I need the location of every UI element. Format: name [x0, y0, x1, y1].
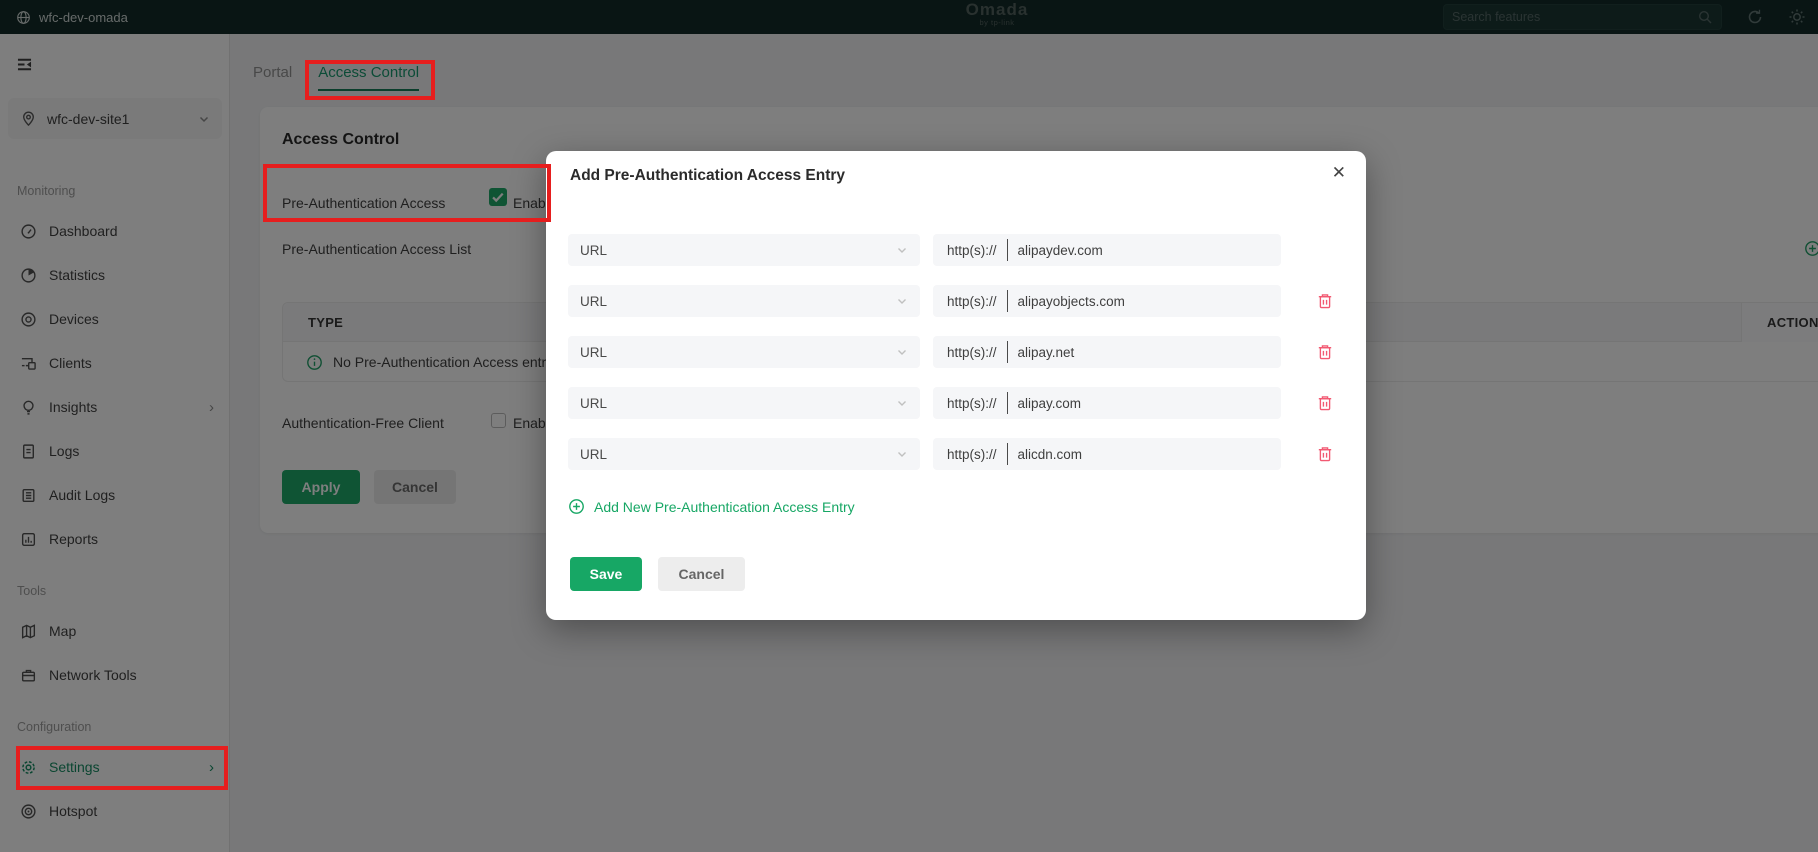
modal-cancel-button[interactable]: Cancel [658, 557, 745, 591]
add-new-entry-link[interactable]: Add New Pre-Authentication Access Entry [568, 498, 855, 515]
input-divider [1006, 290, 1008, 312]
entry-row: URL http(s):// alipay.net [568, 336, 1344, 368]
type-select[interactable]: URL [568, 234, 920, 266]
type-select[interactable]: URL [568, 285, 920, 317]
entry-row: URL http(s):// alipayobjects.com [568, 285, 1344, 317]
url-input[interactable]: http(s):// alipaydev.com [933, 234, 1281, 266]
delete-row-icon[interactable] [1316, 394, 1334, 412]
add-pre-auth-modal: Add Pre-Authentication Access Entry ✕ UR… [546, 151, 1366, 620]
url-input[interactable]: http(s):// alipay.net [933, 336, 1281, 368]
type-select[interactable]: URL [568, 387, 920, 419]
input-divider [1006, 443, 1008, 465]
url-input[interactable]: http(s):// alipay.com [933, 387, 1281, 419]
modal-title: Add Pre-Authentication Access Entry [570, 167, 846, 184]
chevron-down-icon [896, 346, 908, 358]
chevron-down-icon [896, 448, 908, 460]
input-divider [1006, 341, 1008, 363]
chevron-down-icon [896, 295, 908, 307]
chevron-down-icon [896, 397, 908, 409]
chevron-down-icon [896, 244, 908, 256]
url-input[interactable]: http(s):// alipayobjects.com [933, 285, 1281, 317]
input-divider [1006, 392, 1008, 414]
delete-row-icon[interactable] [1316, 343, 1334, 361]
entry-row: URL http(s):// alicdn.com [568, 438, 1344, 470]
delete-row-icon[interactable] [1316, 292, 1334, 310]
input-divider [1006, 239, 1008, 261]
type-select[interactable]: URL [568, 336, 920, 368]
url-input[interactable]: http(s):// alicdn.com [933, 438, 1281, 470]
close-icon[interactable]: ✕ [1332, 163, 1346, 183]
type-select[interactable]: URL [568, 438, 920, 470]
entry-row: URL http(s):// alipay.com [568, 387, 1344, 419]
delete-row-icon[interactable] [1316, 445, 1334, 463]
plus-circle-icon [568, 498, 585, 515]
entry-row: URL http(s):// alipaydev.com [568, 234, 1344, 266]
save-button[interactable]: Save [570, 557, 642, 591]
